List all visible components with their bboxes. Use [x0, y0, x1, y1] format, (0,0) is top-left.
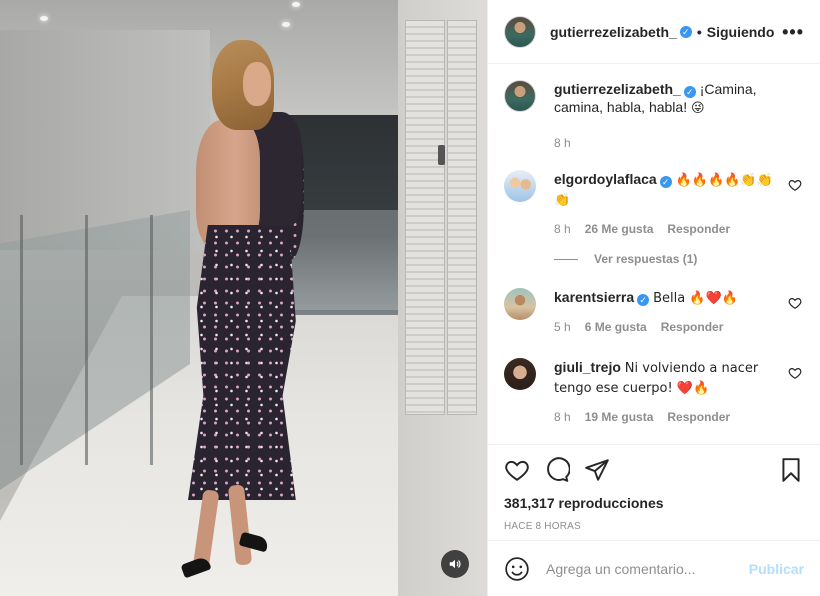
like-comment-heart-icon[interactable] [788, 366, 802, 380]
closet-door [405, 20, 445, 415]
view-count[interactable]: 381,317 reproducciones [504, 495, 804, 511]
post-timestamp: HACE 8 HORAS [504, 521, 581, 532]
floral-dress [188, 225, 296, 500]
avatar[interactable] [504, 288, 536, 320]
comment-item: elgordoylaflaca ✓ 🔥🔥🔥🔥👏👏👏 8 h 26 Me gusta… [504, 170, 804, 238]
paper-plane-icon[interactable] [584, 457, 610, 483]
comment-username[interactable]: elgordoylaflaca [554, 171, 657, 187]
rail-post [150, 215, 153, 465]
caption-emoji: 😜 [690, 101, 705, 116]
caption-text: camina, habla, habla! [554, 99, 688, 115]
comment-text: Bella 🔥❤️🔥 [653, 291, 738, 306]
caption-username[interactable]: gutierrezelizabeth_ [554, 81, 681, 97]
like-comment-heart-icon[interactable] [788, 178, 802, 192]
comments-list: gutierrezelizabeth_ ✓ ¡Camina, camina, ha… [488, 64, 820, 444]
mute-button[interactable] [441, 550, 469, 578]
post-actions-area: 381,317 reproducciones HACE 8 HORAS [488, 444, 820, 540]
comment-item: giuli_trejo Ni volviendo a nacer tengo e… [504, 358, 804, 426]
back-glass-railing [285, 210, 410, 310]
caption: gutierrezelizabeth_ ✓ ¡Camina, camina, ha… [504, 80, 804, 152]
comment-input[interactable] [546, 560, 749, 577]
post-side-panel: gutierrezelizabeth_ ✓ • Siguiendo ••• gu… [487, 0, 820, 596]
view-replies-label: Ver respuestas (1) [594, 252, 698, 266]
speaker-icon [449, 559, 461, 569]
caption-time: 8 h [554, 136, 571, 150]
add-comment-bar: Publicar [488, 540, 820, 596]
like-comment-heart-icon[interactable] [788, 296, 802, 310]
rail-post [20, 215, 23, 465]
smiley-icon[interactable] [504, 556, 530, 582]
comment-time: 8 h [554, 410, 571, 424]
comment-username[interactable]: giuli_trejo [554, 359, 621, 375]
comment-time: 5 h [554, 320, 571, 334]
rail-post [85, 215, 88, 465]
door-handle [438, 145, 445, 165]
comment-icon[interactable] [544, 457, 570, 483]
more-dots-icon[interactable]: ••• [782, 22, 804, 43]
comment-likes-count[interactable]: 19 Me gusta [585, 408, 654, 426]
replies-line [554, 258, 578, 260]
verified-badge-icon: ✓ [683, 86, 696, 98]
author-username[interactable]: gutierrezelizabeth_ [550, 24, 677, 40]
heart-icon[interactable] [504, 457, 530, 483]
comment-time: 8 h [554, 222, 571, 236]
reply-button[interactable]: Responder [667, 220, 730, 238]
comment-likes-count[interactable]: 26 Me gusta [585, 220, 654, 238]
caption-text: ¡Camina, [699, 81, 757, 97]
ceiling-light [292, 2, 300, 7]
verified-badge-icon: ✓ [659, 176, 672, 188]
verified-badge-icon: ✓ [679, 25, 692, 38]
action-bar [504, 455, 804, 485]
ceiling-light [282, 22, 290, 27]
verified-badge-icon: ✓ [637, 294, 650, 306]
comment-username[interactable]: karentsierra [554, 289, 634, 305]
comment-item: karentsierra ✓ Bella 🔥❤️🔥 5 h 6 Me gusta … [504, 288, 804, 336]
bookmark-icon[interactable] [778, 457, 804, 483]
publish-button[interactable]: Publicar [749, 561, 804, 577]
avatar[interactable] [504, 170, 536, 202]
avatar[interactable] [504, 358, 536, 390]
reply-button[interactable]: Responder [667, 408, 730, 426]
face [243, 62, 271, 106]
instagram-post-view: gutierrezelizabeth_ ✓ • Siguiendo ••• gu… [0, 0, 820, 596]
ceiling-light [40, 16, 48, 21]
avatar[interactable] [504, 80, 536, 112]
separator-dot: • [696, 23, 702, 40]
view-replies-button[interactable]: Ver respuestas (1) [554, 252, 804, 266]
reply-button[interactable]: Responder [661, 318, 724, 336]
post-video[interactable] [0, 0, 487, 596]
avatar[interactable] [504, 15, 536, 48]
following-button[interactable]: Siguiendo [707, 24, 775, 40]
post-header: gutierrezelizabeth_ ✓ • Siguiendo ••• [488, 0, 820, 64]
closet-door [447, 20, 477, 415]
comment-likes-count[interactable]: 6 Me gusta [585, 318, 647, 336]
